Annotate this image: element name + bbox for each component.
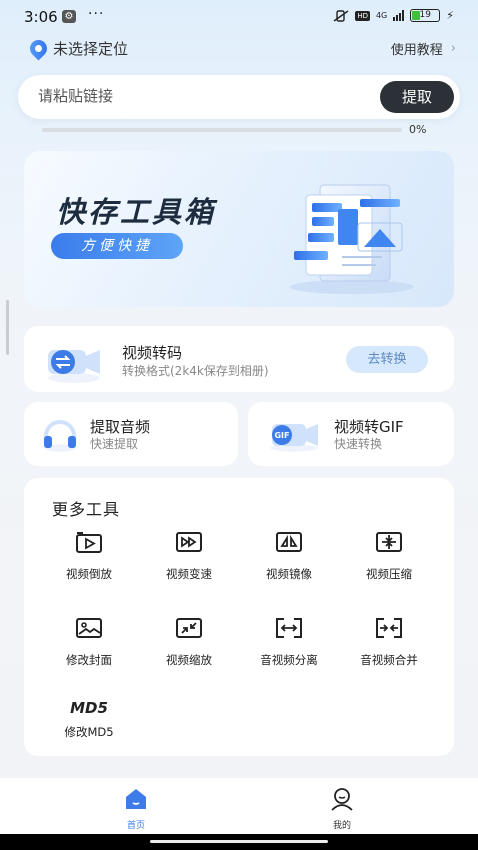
network-type: 4G bbox=[375, 11, 388, 20]
nav-profile-label: 我的 bbox=[332, 821, 351, 831]
hd-badge: HD bbox=[355, 10, 370, 21]
toolbox-illustration bbox=[290, 184, 414, 294]
home-indicator[interactable] bbox=[150, 840, 328, 843]
tool-label: 视频倒放 bbox=[66, 567, 112, 581]
transcode-subtitle: 转换格式(2k4k保存到相册) bbox=[122, 364, 269, 378]
banner-subtitle: 方便快捷 bbox=[51, 233, 183, 259]
nav-home-label: 首页 bbox=[126, 821, 145, 831]
tool-label: 视频变速 bbox=[166, 567, 212, 581]
tool-label: 视频压缩 bbox=[366, 567, 412, 581]
promo-banner[interactable]: 快存工具箱 方便快捷 bbox=[24, 151, 454, 307]
gif-icon-text: GIF bbox=[274, 431, 289, 440]
tool-av-merge[interactable]: 音视频合并 bbox=[344, 616, 434, 668]
video-to-gif-card[interactable]: GIF 视频转GIF 快速转换 bbox=[248, 402, 454, 466]
status-indicators: HD 4G 19 ⚡ bbox=[333, 9, 454, 22]
more-tools-card: 更多工具 视频倒放 视频变速 视频镜像 视频压缩 修改封面 视频缩放 音视频分离… bbox=[24, 478, 454, 756]
video-transcode-card[interactable]: 视频转码 转换格式(2k4k保存到相册) 去转换 bbox=[24, 326, 454, 392]
progress-label: 0% bbox=[409, 123, 427, 136]
tool-edit-cover[interactable]: 修改封面 bbox=[44, 616, 134, 668]
tool-label: 音视频分离 bbox=[260, 653, 318, 667]
tool-label: 修改MD5 bbox=[64, 725, 114, 739]
tool-label: 视频缩放 bbox=[166, 653, 212, 667]
edge-handle[interactable] bbox=[6, 300, 9, 355]
video-mirror-icon bbox=[276, 532, 302, 552]
tool-video-speed[interactable]: 视频变速 bbox=[144, 530, 234, 582]
more-tools-heading: 更多工具 bbox=[52, 500, 121, 519]
transcode-title: 视频转码 bbox=[122, 344, 183, 362]
tool-label: 视频镜像 bbox=[266, 567, 312, 581]
progress-bar bbox=[42, 128, 402, 132]
av-merge-icon bbox=[376, 618, 402, 638]
bottom-navigation: 首页 我的 bbox=[0, 778, 478, 834]
battery-icon: 19 bbox=[410, 9, 441, 22]
video-reverse-icon bbox=[76, 532, 102, 553]
signal-icon bbox=[393, 10, 405, 21]
md5-icon: MD5 bbox=[70, 699, 108, 717]
mute-vibrate-icon bbox=[333, 9, 349, 22]
chevron-right-icon: › bbox=[450, 41, 456, 56]
tool-video-compress[interactable]: 视频压缩 bbox=[344, 530, 434, 582]
gif-camera-icon: GIF bbox=[270, 424, 318, 452]
tool-label: 音视频合并 bbox=[360, 653, 418, 667]
nav-home[interactable]: 首页 bbox=[106, 786, 166, 831]
extract-audio-subtitle: 快速提取 bbox=[90, 437, 139, 451]
status-time: 3:06 bbox=[24, 8, 58, 26]
banner-title: 快存工具箱 bbox=[56, 195, 217, 229]
video-scale-icon bbox=[176, 618, 202, 638]
paste-link-box: 提取 bbox=[18, 75, 460, 119]
tool-video-reverse[interactable]: 视频倒放 bbox=[44, 530, 134, 582]
paste-link-input[interactable] bbox=[38, 87, 378, 105]
location-label: 未选择定位 bbox=[53, 40, 129, 58]
go-convert-button[interactable]: 去转换 bbox=[346, 346, 428, 373]
extract-audio-title: 提取音频 bbox=[90, 418, 151, 436]
system-gesture-area bbox=[0, 834, 478, 850]
more-notifications-icon: ··· bbox=[88, 6, 105, 22]
profile-icon bbox=[331, 788, 353, 811]
tutorial-label: 使用教程 bbox=[390, 43, 443, 58]
video-compress-icon bbox=[376, 532, 402, 552]
charging-icon: ⚡ bbox=[446, 9, 454, 22]
tool-video-mirror[interactable]: 视频镜像 bbox=[244, 530, 334, 582]
video-to-gif-subtitle: 快速转换 bbox=[334, 437, 383, 451]
tutorial-link[interactable]: 使用教程 › bbox=[391, 39, 456, 58]
video-to-gif-title: 视频转GIF bbox=[334, 418, 404, 436]
video-transcode-icon bbox=[48, 350, 100, 383]
extract-audio-card[interactable]: 提取音频 快速提取 bbox=[24, 402, 238, 466]
wrench-icon: ⚙ bbox=[62, 10, 76, 23]
status-bar: 3:06 ⚙ ··· HD 4G 19 ⚡ bbox=[0, 0, 478, 34]
nav-profile[interactable]: 我的 bbox=[312, 786, 372, 831]
cover-image-icon bbox=[76, 618, 102, 638]
extract-button[interactable]: 提取 bbox=[380, 81, 454, 113]
location-pin-icon bbox=[26, 36, 51, 61]
av-split-icon bbox=[276, 618, 302, 638]
headphones-icon bbox=[44, 420, 76, 452]
video-speed-icon bbox=[176, 532, 202, 552]
home-icon bbox=[126, 789, 146, 809]
location-selector[interactable]: 未选择定位 bbox=[26, 36, 129, 61]
tool-edit-md5[interactable]: MD5 修改MD5 bbox=[44, 696, 134, 740]
tool-av-split[interactable]: 音视频分离 bbox=[244, 616, 334, 668]
battery-level: 19 bbox=[419, 10, 431, 20]
tool-video-scale[interactable]: 视频缩放 bbox=[144, 616, 234, 668]
tool-label: 修改封面 bbox=[66, 653, 112, 667]
